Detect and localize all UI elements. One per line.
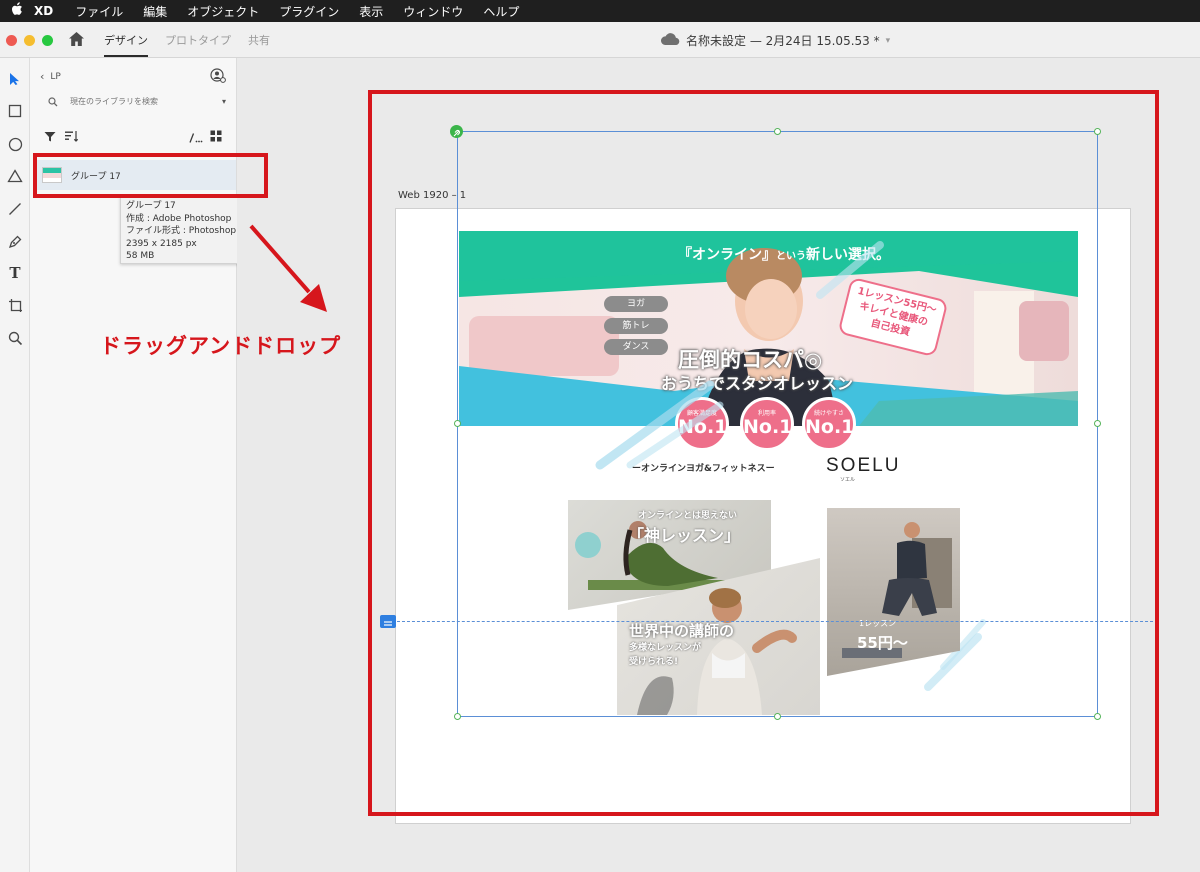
asset-tooltip: グループ 17 作成 : Adobe Photoshop ファイル形式 : Ph… <box>120 196 246 264</box>
tooltip-author: 作成 : Adobe Photoshop <box>126 213 232 224</box>
user-add-icon[interactable] <box>210 68 226 87</box>
list-view-icon[interactable] <box>189 128 203 147</box>
highlight-canvas-box <box>368 90 1159 816</box>
menu-object[interactable]: オブジェクト <box>187 3 259 20</box>
ellipse-icon[interactable] <box>4 133 26 155</box>
library-search-input[interactable] <box>70 96 210 106</box>
library-back-link[interactable]: ‹ LP <box>40 70 61 83</box>
line-icon[interactable] <box>4 198 26 220</box>
highlight-asset-box <box>33 153 268 198</box>
menu-edit[interactable]: 編集 <box>143 3 167 20</box>
rectangle-icon[interactable] <box>4 100 26 122</box>
drag-and-drop-label: ドラッグアンドドロップ <box>100 334 342 358</box>
zoom-icon[interactable] <box>4 327 26 349</box>
title-bar: デザイン プロトタイプ 共有 名称未設定 — 2月24日 15.05.53 * … <box>0 22 1200 58</box>
menu-plugin[interactable]: プラグイン <box>279 3 339 20</box>
menu-file[interactable]: ファイル <box>75 3 123 20</box>
tooltip-name: グループ 17 <box>126 201 176 211</box>
tooltip-size: 58 MB <box>126 251 155 261</box>
close-window-button[interactable] <box>6 35 17 46</box>
menu-window[interactable]: ウィンドウ <box>403 3 463 20</box>
grid-view-icon[interactable] <box>210 127 222 146</box>
polygon-icon[interactable] <box>4 165 26 187</box>
apple-menu-icon[interactable] <box>0 2 34 20</box>
tool-bar: T <box>0 58 30 872</box>
tooltip-format: ファイル形式 : Photoshop <box>126 226 237 236</box>
chevron-down-icon[interactable]: ▾ <box>222 97 226 106</box>
tab-share[interactable]: 共有 <box>248 32 270 48</box>
artboard-icon[interactable] <box>4 294 26 316</box>
tooltip-dimensions: 2395 x 2185 px <box>126 238 197 249</box>
library-name: LP <box>50 71 61 82</box>
tab-design[interactable]: デザイン <box>104 32 148 57</box>
drag-arrow-icon <box>249 224 327 312</box>
menu-app-name[interactable]: XD <box>34 4 53 18</box>
library-search[interactable]: ▾ <box>42 91 226 111</box>
document-title-text: 名称未設定 — 2月24日 15.05.53 * <box>686 34 880 48</box>
search-icon <box>48 92 58 111</box>
chevron-down-icon[interactable]: ▾ <box>886 36 891 46</box>
text-icon[interactable]: T <box>4 262 26 284</box>
home-icon[interactable] <box>68 31 85 51</box>
filter-icon[interactable] <box>44 127 56 146</box>
tab-prototype[interactable]: プロトタイプ <box>165 32 231 48</box>
document-title[interactable]: 名称未設定 — 2月24日 15.05.53 * ▾ <box>660 32 890 49</box>
menu-help[interactable]: ヘルプ <box>483 3 519 20</box>
pen-icon[interactable] <box>4 230 26 252</box>
menu-view[interactable]: 表示 <box>359 3 383 20</box>
menu-bar: XD ファイル 編集 オブジェクト プラグイン 表示 ウィンドウ ヘルプ <box>0 0 1200 22</box>
sort-icon[interactable] <box>64 127 79 146</box>
minimize-window-button[interactable] <box>24 35 35 46</box>
chevron-left-icon: ‹ <box>40 70 45 83</box>
select-icon[interactable] <box>4 68 26 90</box>
zoom-window-button[interactable] <box>42 35 53 46</box>
cloud-icon <box>660 32 680 49</box>
